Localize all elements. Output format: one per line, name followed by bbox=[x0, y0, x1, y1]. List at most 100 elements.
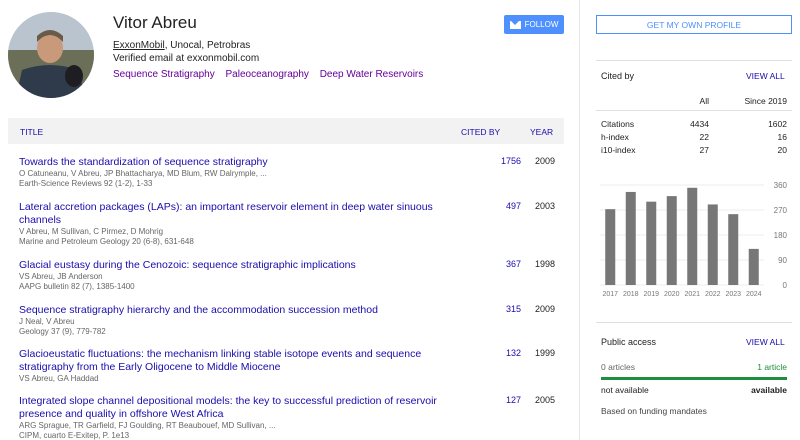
article-year: 1999 bbox=[534, 348, 555, 358]
article-title[interactable]: Glacial eustasy during the Cenozoic: seq… bbox=[19, 259, 444, 272]
article-cited-by[interactable]: 132 bbox=[462, 348, 521, 358]
bar-2022[interactable] bbox=[707, 204, 718, 285]
citations-bar-chart: 360 270 180 90 0 2017 2018 2019 2020 2021 2022 2023… bbox=[600, 181, 788, 298]
article-cited-by[interactable]: 367 bbox=[462, 259, 521, 269]
stat-label[interactable]: h-index bbox=[601, 132, 629, 142]
affiliation-other: , Unocal, Petrobras bbox=[164, 40, 251, 51]
article-cited-by[interactable]: 127 bbox=[462, 395, 521, 405]
public-access-view-all[interactable]: VIEW ALL bbox=[746, 337, 785, 347]
bar-2020[interactable] bbox=[666, 196, 677, 285]
stat-since: 20 bbox=[777, 145, 787, 155]
public-access-title: Public access bbox=[601, 337, 657, 347]
interest-link[interactable]: Paleoceanography bbox=[226, 69, 309, 80]
stat-all: 27 bbox=[699, 145, 709, 155]
bar-2018[interactable] bbox=[625, 191, 636, 285]
article-row: Towards the standardization of sequence … bbox=[19, 156, 564, 189]
article-row: Lateral accretion packages (LAPs): an im… bbox=[19, 201, 564, 247]
y-tick-label: 360 bbox=[774, 181, 788, 190]
x-tick-label: 2017 bbox=[602, 291, 618, 298]
article-year: 2009 bbox=[534, 156, 555, 166]
follow-label: FOLLOW bbox=[524, 20, 559, 29]
article-title[interactable]: Towards the standardization of sequence … bbox=[19, 156, 444, 169]
article-venue: AAPG bulletin 82 (7), 1385-1400 bbox=[19, 282, 135, 291]
article-title[interactable]: Glacioeustatic fluctuations: the mechani… bbox=[19, 348, 444, 374]
article-cited-by[interactable]: 315 bbox=[462, 304, 521, 314]
articles-table-header: TITLE CITED BY YEAR bbox=[8, 118, 564, 144]
bar-2021[interactable] bbox=[687, 187, 698, 285]
profile-affiliation: ExxonMobil, Unocal, Petrobras bbox=[113, 40, 250, 51]
article-authors: VS Abreu, GA Haddad bbox=[19, 374, 99, 383]
col-all-label: All bbox=[699, 96, 709, 106]
article-authors: V Abreu, M Sullivan, C Pirmez, D Mohrig bbox=[19, 227, 164, 236]
x-tick-label: 2019 bbox=[643, 291, 659, 298]
sort-by-title[interactable]: TITLE bbox=[20, 127, 43, 137]
x-tick-label: 2023 bbox=[725, 291, 741, 298]
article-authors: VS Abreu, JB Anderson bbox=[19, 272, 103, 281]
cited-by-title: Cited by bbox=[601, 71, 635, 81]
article-authors: O Catuneanu, V Abreu, JP Bhattacharya, M… bbox=[19, 169, 267, 178]
cited-by-view-all[interactable]: VIEW ALL bbox=[746, 71, 785, 81]
divider bbox=[596, 322, 792, 323]
bar-2017[interactable] bbox=[605, 209, 616, 285]
get-my-profile-button[interactable]: GET MY OWN PROFILE bbox=[596, 15, 792, 34]
bar-2023[interactable] bbox=[728, 214, 739, 285]
available-label: available bbox=[751, 385, 787, 395]
stat-all: 22 bbox=[699, 132, 709, 142]
article-title[interactable]: Sequence stratigraphy hierarchy and the … bbox=[19, 304, 444, 317]
affiliation-link[interactable]: ExxonMobil bbox=[113, 40, 165, 51]
not-available-count[interactable]: 0 articles bbox=[601, 362, 635, 372]
article-row: Sequence stratigraphy hierarchy and the … bbox=[19, 304, 564, 337]
sort-by-cited[interactable]: CITED BY bbox=[461, 127, 500, 137]
article-year: 1998 bbox=[534, 259, 555, 269]
stat-label[interactable]: Citations bbox=[601, 119, 634, 129]
article-title[interactable]: Lateral accretion packages (LAPs): an im… bbox=[19, 201, 444, 227]
not-available-label: not available bbox=[601, 385, 649, 395]
divider bbox=[596, 60, 792, 61]
interest-link[interactable]: Sequence Stratigraphy bbox=[113, 69, 215, 80]
sort-by-year[interactable]: YEAR bbox=[530, 127, 553, 137]
mail-icon bbox=[509, 20, 521, 29]
x-tick-label: 2018 bbox=[623, 291, 639, 298]
profile-photo bbox=[8, 12, 94, 98]
article-year: 2009 bbox=[534, 304, 555, 314]
article-cited-by[interactable]: 497 bbox=[462, 201, 521, 211]
bar-2024[interactable] bbox=[748, 248, 759, 285]
interest-link[interactable]: Deep Water Reservoirs bbox=[320, 69, 424, 80]
article-venue: Marine and Petroleum Geology 20 (6-8), 6… bbox=[19, 237, 194, 246]
article-authors: ARG Sprague, TR Garfield, FJ Goulding, R… bbox=[19, 421, 276, 430]
public-access-bar bbox=[601, 377, 787, 380]
follow-button[interactable]: FOLLOW bbox=[504, 15, 564, 34]
article-title[interactable]: Integrated slope channel depositional mo… bbox=[19, 395, 444, 421]
funding-note: Based on funding mandates bbox=[601, 406, 707, 416]
x-tick-label: 2024 bbox=[746, 291, 762, 298]
article-cited-by[interactable]: 1756 bbox=[462, 156, 521, 166]
y-tick-label: 0 bbox=[783, 281, 788, 290]
stat-all: 4434 bbox=[690, 119, 709, 129]
article-venue: CIPM, cuarto E-Exitep, P. 1e13 bbox=[19, 431, 130, 440]
article-year: 2005 bbox=[534, 395, 555, 405]
article-authors: J Neal, V Abreu bbox=[19, 317, 75, 326]
x-tick-label: 2021 bbox=[684, 291, 700, 298]
stat-since: 1602 bbox=[768, 119, 787, 129]
x-tick-label: 2022 bbox=[705, 291, 721, 298]
available-count[interactable]: 1 article bbox=[701, 362, 787, 372]
y-tick-label: 90 bbox=[778, 256, 787, 265]
x-tick-label: 2020 bbox=[664, 291, 680, 298]
divider bbox=[596, 110, 792, 111]
verified-email: Verified email at exxonmobil.com bbox=[113, 53, 260, 64]
article-venue: Earth-Science Reviews 92 (1-2), 1-33 bbox=[19, 179, 153, 188]
article-year: 2003 bbox=[534, 201, 555, 211]
article-row: Integrated slope channel depositional mo… bbox=[19, 395, 564, 440]
y-tick-label: 270 bbox=[774, 206, 788, 215]
research-interests: Sequence Stratigraphy Paleoceanography D… bbox=[113, 69, 431, 80]
article-row: Glacioeustatic fluctuations: the mechani… bbox=[19, 348, 564, 384]
article-venue: Geology 37 (9), 779-782 bbox=[19, 327, 106, 336]
column-divider bbox=[579, 0, 580, 440]
stat-label[interactable]: i10-index bbox=[601, 145, 636, 155]
col-since-label: Since 2019 bbox=[744, 96, 787, 106]
y-tick-label: 180 bbox=[774, 231, 788, 240]
stat-since: 16 bbox=[777, 132, 787, 142]
profile-name: Vitor Abreu bbox=[113, 13, 197, 32]
bar-2019[interactable] bbox=[646, 201, 657, 285]
article-row: Glacial eustasy during the Cenozoic: seq… bbox=[19, 259, 564, 292]
